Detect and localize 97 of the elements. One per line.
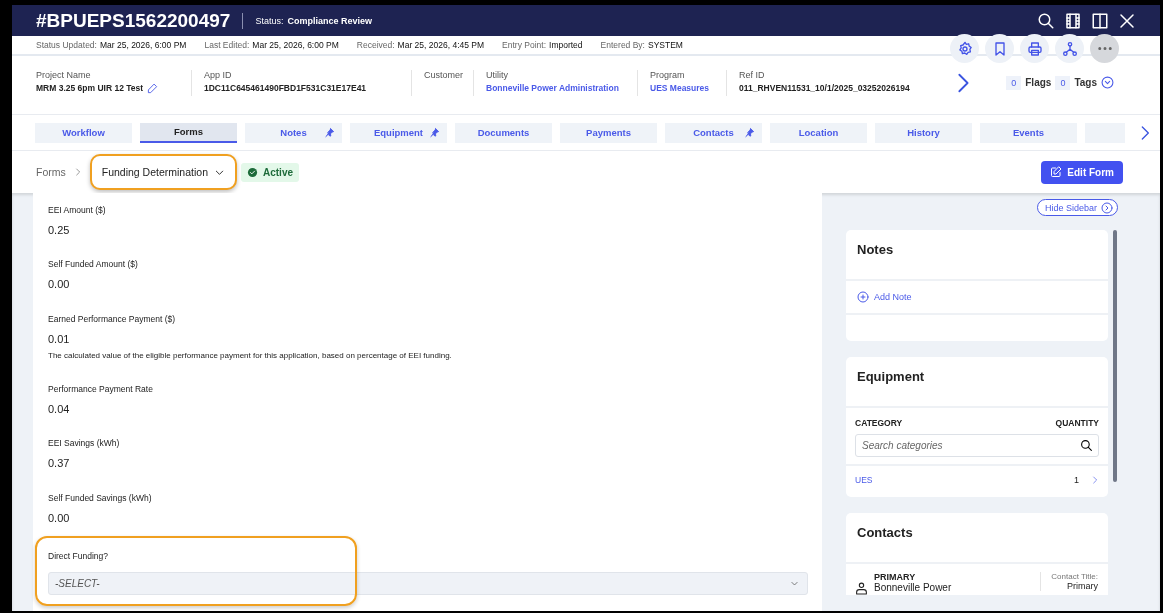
tab[interactable]: History bbox=[875, 122, 972, 143]
hierarchy-button[interactable] bbox=[1055, 34, 1084, 63]
field-label: Program bbox=[650, 69, 686, 80]
column-header: QUANTITY bbox=[1055, 418, 1099, 428]
status-label: Status: bbox=[255, 15, 284, 26]
info-link[interactable]: Bonneville Power Administration bbox=[486, 82, 619, 93]
meta-label: Last Edited: bbox=[204, 40, 250, 50]
count-badge: 0 bbox=[1006, 75, 1022, 90]
field-label: Self Funded Amount ($) bbox=[48, 259, 139, 270]
card-title: Contacts bbox=[846, 513, 1108, 564]
counter-label: Tags bbox=[1074, 77, 1097, 88]
meta-label: Entry Point: bbox=[502, 40, 546, 50]
contact-title-label: Contact Title: bbox=[1051, 572, 1098, 581]
meta-value: SYSTEM bbox=[648, 40, 683, 50]
field-label: Performance Payment Rate bbox=[48, 383, 154, 394]
chevron-right-icon bbox=[73, 168, 82, 176]
pencil-icon[interactable] bbox=[147, 82, 159, 94]
form-dropdown[interactable]: Funding Determination bbox=[89, 154, 237, 190]
count-badge: 0 bbox=[1055, 75, 1071, 90]
tab[interactable]: Contacts bbox=[665, 122, 762, 143]
status-value: Compliance Review bbox=[287, 15, 372, 26]
field-value: MRM 3.25 6pm UIR 12 Test bbox=[36, 83, 144, 93]
ellipsis-icon bbox=[1097, 47, 1112, 50]
scrollbar-thumb[interactable] bbox=[1113, 230, 1117, 482]
field-value: 0.00 bbox=[48, 511, 71, 524]
field-label: Ref ID bbox=[739, 69, 766, 80]
field-label: Customer bbox=[424, 69, 461, 80]
pin-icon bbox=[744, 127, 755, 138]
meta-value: Mar 25, 2026, 6:00 PM bbox=[99, 40, 187, 50]
field-label: Self Funded Savings (kWh) bbox=[48, 492, 153, 503]
field-value: 0.37 bbox=[48, 457, 71, 470]
contact-name: Bonneville Power bbox=[874, 582, 953, 593]
field-label: EEI Savings (kWh) bbox=[48, 438, 121, 449]
add-note-link[interactable]: Add Note bbox=[857, 291, 1097, 303]
column-header: CATEGORY bbox=[855, 418, 903, 428]
tab[interactable]: Payments bbox=[560, 122, 657, 143]
field-value: 0.04 bbox=[48, 402, 71, 415]
contact-title: Primary bbox=[1066, 581, 1098, 591]
meta-value: Mar 25, 2026, 4:45 PM bbox=[397, 40, 485, 50]
info-link[interactable]: UES Measures bbox=[650, 82, 710, 93]
gear-button[interactable] bbox=[950, 34, 979, 63]
edit-form-button[interactable]: Edit Form bbox=[1041, 160, 1123, 184]
search-field[interactable]: Search categories bbox=[855, 434, 1099, 457]
pin-icon bbox=[324, 127, 335, 138]
breadcrumb-link[interactable]: Forms bbox=[36, 166, 66, 178]
bookmark-button[interactable] bbox=[985, 34, 1014, 63]
tab[interactable]: Events bbox=[980, 122, 1077, 143]
check-circle-icon bbox=[247, 166, 258, 178]
record-id: #BPUEPS1562200497 bbox=[36, 9, 231, 32]
field-label: App ID bbox=[204, 69, 233, 80]
meta-label: Entered By: bbox=[600, 40, 645, 50]
card-title: Equipment bbox=[846, 357, 1108, 408]
field-label: Project Name bbox=[36, 69, 92, 80]
tab[interactable]: Forms bbox=[140, 122, 237, 143]
tab[interactable]: Notes bbox=[245, 122, 342, 143]
chevron-right-circle-icon bbox=[1101, 201, 1113, 214]
counter-label: Flags bbox=[1025, 77, 1052, 88]
category-link[interactable]: UES bbox=[855, 475, 873, 485]
pin-icon bbox=[429, 127, 440, 138]
printer-icon bbox=[1026, 40, 1043, 57]
tab[interactable]: Documents bbox=[455, 122, 552, 143]
tab[interactable]: Location bbox=[770, 122, 867, 143]
close-icon[interactable] bbox=[1118, 11, 1136, 30]
select-field[interactable]: -SELECT- bbox=[48, 571, 808, 595]
meta-label: Received: bbox=[356, 40, 395, 50]
field-label: Utility bbox=[486, 69, 509, 80]
meta-value: Mar 25, 2026, 6:00 PM bbox=[252, 40, 339, 50]
gear-icon bbox=[956, 40, 973, 57]
contact-role: PRIMARY bbox=[874, 572, 917, 582]
split-view-icon[interactable] bbox=[1091, 11, 1109, 30]
tab[interactable]: Equipment bbox=[350, 122, 447, 143]
search-icon[interactable] bbox=[1037, 11, 1055, 30]
person-icon bbox=[855, 582, 868, 595]
field-label: Earned Performance Payment ($) bbox=[48, 313, 177, 324]
field-value: 011_RHVEN11531_10/1/2025_03252026194 bbox=[739, 82, 910, 93]
printer-button[interactable] bbox=[1020, 34, 1049, 63]
help-text: The calculated value of the eligible performance payment for this application, based on percentage of EEI funding. bbox=[48, 350, 453, 360]
tab[interactable]: Workflow bbox=[35, 122, 132, 143]
field-value: 1DC11C645461490FBD1F531C31E17E41 bbox=[204, 82, 367, 93]
field-value: 0.00 bbox=[48, 278, 71, 291]
more-button[interactable] bbox=[1090, 34, 1119, 63]
search-icon[interactable] bbox=[1080, 439, 1093, 452]
hierarchy-icon bbox=[1061, 40, 1078, 57]
plus-circle-icon bbox=[857, 291, 869, 303]
quantity-value: 1 bbox=[1074, 475, 1079, 485]
meta-label: Status Updated: bbox=[36, 40, 97, 50]
field-label: EEI Amount ($) bbox=[48, 205, 107, 215]
card-title: Notes bbox=[846, 230, 1108, 281]
status-badge: Active bbox=[241, 162, 299, 182]
hide-sidebar-button[interactable]: Hide Sidebar bbox=[1036, 199, 1118, 216]
film-strip-icon[interactable] bbox=[1064, 11, 1082, 30]
field-value: 0.01 bbox=[48, 332, 71, 345]
edit-icon bbox=[1050, 166, 1063, 178]
field-label: Direct Funding? bbox=[48, 550, 109, 561]
chevron-down-circle-icon[interactable] bbox=[1101, 76, 1114, 89]
meta-value: Imported bbox=[549, 40, 583, 50]
field-value: 0.25 bbox=[48, 224, 71, 236]
